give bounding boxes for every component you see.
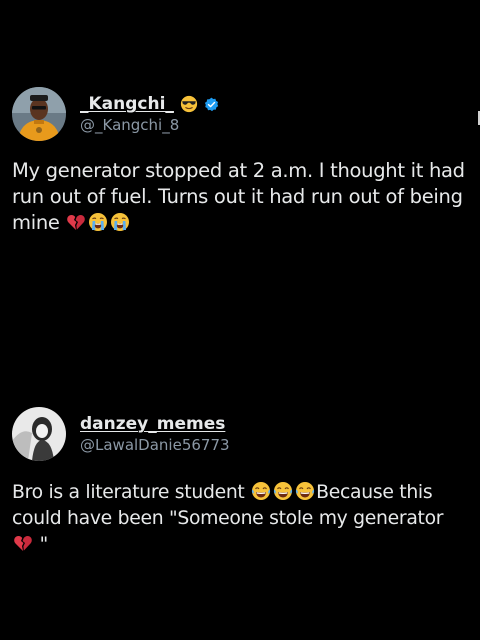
tweet-text-part-1: Bro is a literature student [12,482,245,503]
display-name[interactable]: danzey_memes [80,414,225,434]
loudly-crying-face-icon [88,212,108,232]
display-name[interactable]: _Kangchi_ [80,94,174,114]
tears-of-joy-icon [273,481,293,501]
avatar[interactable] [12,87,66,141]
tweet-text-part-3: " [34,534,49,555]
tweet-card[interactable]: _Kangchi_ @_Kangchi_8 My generator stopp… [12,86,468,236]
verified-badge-icon [204,97,219,111]
avatar-photo-icon [12,87,66,141]
broken-heart-icon [66,212,86,232]
tweet-text: My generator stopped at 2 a.m. I thought… [12,158,468,236]
loudly-crying-face-icon [110,212,130,232]
tweet-header: danzey_memes @LawalDanie56773 [12,406,468,462]
avatar[interactable] [12,407,66,461]
tweet-card[interactable]: danzey_memes @LawalDanie56773 Bro is a l… [12,406,468,558]
user-handle[interactable]: @_Kangchi_8 [80,116,219,134]
tears-of-joy-icon [251,481,271,501]
avatar-photo-icon [12,407,66,461]
tears-of-joy-icon [295,481,315,501]
broken-heart-icon [13,533,33,553]
tweet-text: Bro is a literature student Because this… [12,480,468,558]
user-handle[interactable]: @LawalDanie56773 [80,436,230,454]
sunglasses-face-icon [180,95,198,113]
tweet-header: _Kangchi_ @_Kangchi_8 [12,86,468,142]
